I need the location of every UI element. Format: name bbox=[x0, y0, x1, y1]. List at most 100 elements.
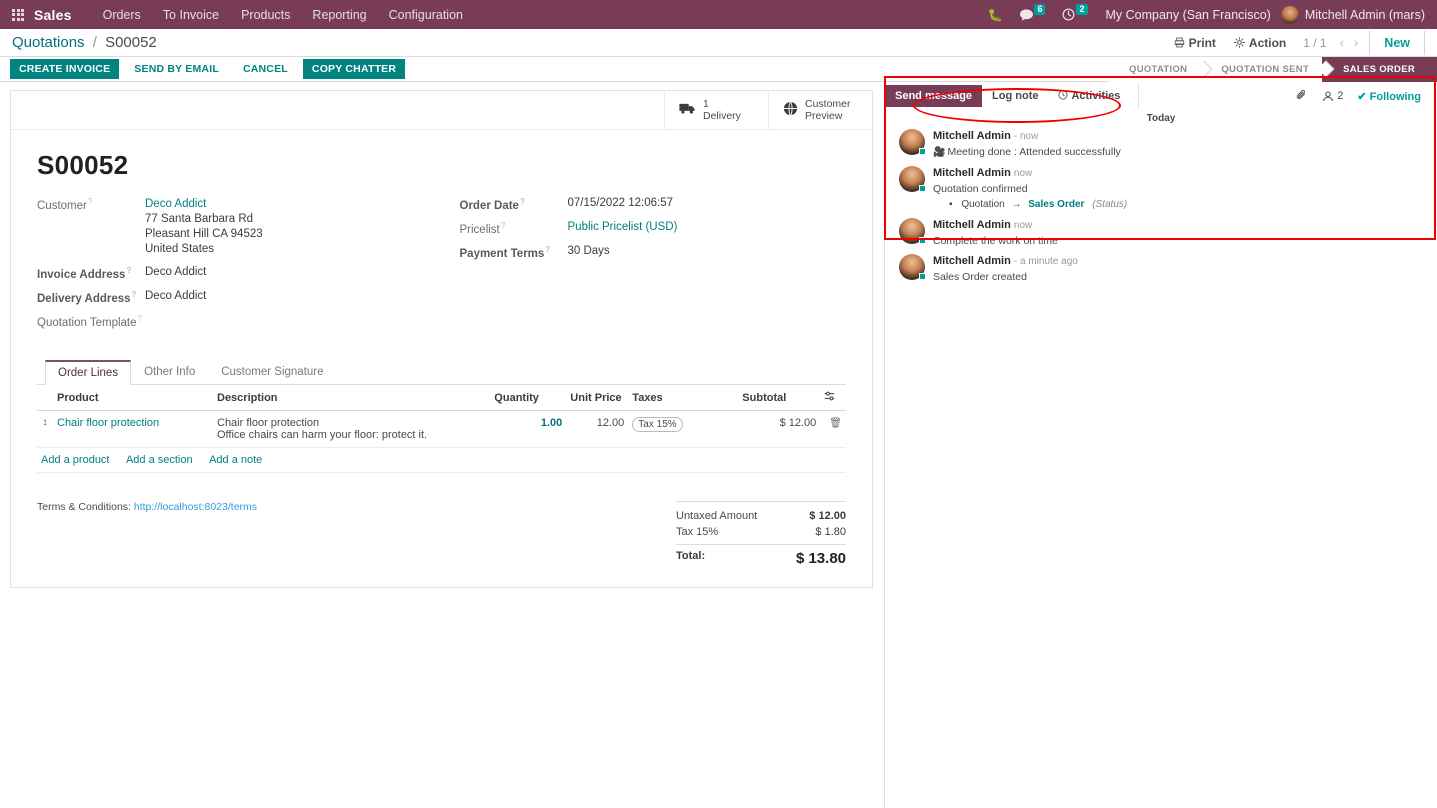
total-label: Total: bbox=[676, 550, 706, 563]
field-customer: Customer? Deco Addict 77 Santa Barbara R… bbox=[37, 197, 442, 257]
tab-customer-signature[interactable]: Customer Signature bbox=[208, 360, 336, 385]
nav-menu-orders[interactable]: Orders bbox=[92, 8, 152, 22]
field-invoice-address-value[interactable]: Deco Addict bbox=[145, 266, 206, 278]
field-customer-label-text: Customer bbox=[37, 199, 87, 212]
following-button[interactable]: ✔ Following bbox=[1357, 90, 1421, 103]
arrow-icon: → bbox=[1011, 199, 1022, 210]
breadcrumb-quotations[interactable]: Quotations bbox=[12, 34, 85, 51]
pager-previous-icon[interactable]: ‹ bbox=[1335, 35, 1349, 50]
message-author[interactable]: Mitchell Admin bbox=[933, 255, 1011, 267]
print-button[interactable]: Print bbox=[1165, 36, 1225, 50]
customer-preview-smart-button[interactable]: Customer Preview bbox=[768, 91, 872, 129]
customer-name[interactable]: Deco Addict bbox=[145, 197, 263, 212]
company-switcher[interactable]: My Company (San Francisco) bbox=[1096, 8, 1281, 22]
terms-link[interactable]: http://localhost:8023/terms bbox=[134, 501, 257, 513]
field-payment-terms-value[interactable]: 30 Days bbox=[568, 245, 610, 257]
field-payment-terms: Payment Terms? 30 Days bbox=[460, 245, 847, 260]
sheet-footer: Terms & Conditions: http://localhost:802… bbox=[11, 473, 872, 587]
required-marker: ? bbox=[131, 289, 137, 299]
field-pricelist-value[interactable]: Public Pricelist (USD) bbox=[568, 221, 678, 233]
copy-chatter-button[interactable]: COPY CHATTER bbox=[302, 59, 406, 79]
order-lines-table: Product Description Quantity Unit Price … bbox=[37, 385, 846, 474]
content-area: 1 Delivery Customer Preview S00052 Custo… bbox=[0, 82, 1437, 808]
navbar-right-group: 🐛 6 2 My Company (San Francisco) Mitchel… bbox=[979, 4, 1429, 24]
message-body: Mitchell Admin now Complete the work on … bbox=[933, 218, 1058, 248]
totals-block: Untaxed Amount $ 12.00 Tax 15% $ 1.80 To… bbox=[676, 501, 846, 569]
activities-button[interactable]: Activities bbox=[1048, 85, 1130, 107]
cell-product[interactable]: Chair floor protection bbox=[53, 410, 213, 449]
message-text: Sales Order created bbox=[933, 271, 1027, 283]
add-a-note-link[interactable]: Add a note bbox=[209, 454, 262, 466]
total-value: $ 13.80 bbox=[795, 550, 846, 568]
user-menu[interactable]: Mitchell Admin (mars) bbox=[1305, 8, 1429, 22]
nav-menu-configuration[interactable]: Configuration bbox=[378, 8, 474, 22]
field-order-date-value[interactable]: 07/15/2022 12:06:57 bbox=[568, 197, 674, 209]
add-row: Add a product Add a section Add a note bbox=[37, 447, 846, 474]
field-quotation-template: Quotation Template? bbox=[37, 314, 442, 329]
breadcrumb-separator: / bbox=[92, 34, 97, 51]
send-message-button[interactable]: Send message bbox=[885, 85, 983, 107]
followers-button[interactable]: 2 bbox=[1322, 90, 1343, 102]
stage-sales-order[interactable]: SALES ORDER bbox=[1322, 56, 1437, 82]
message-body: Mitchell Admin - now 🎥 Meeting done : Att… bbox=[933, 129, 1121, 160]
app-brand-sales[interactable]: Sales bbox=[34, 7, 72, 23]
required-marker: ? bbox=[500, 220, 506, 230]
new-button[interactable]: New bbox=[1369, 30, 1425, 55]
field-delivery-address: Delivery Address? Deco Addict bbox=[37, 290, 442, 305]
check-icon: ✔ bbox=[1357, 90, 1367, 103]
field-pricelist-label: Pricelist? bbox=[460, 221, 568, 236]
list-item: Mitchell Admin now Complete the work on … bbox=[885, 215, 1437, 251]
grid-apps-icon[interactable] bbox=[12, 8, 24, 21]
stage-quotation[interactable]: QUOTATION bbox=[1109, 56, 1202, 82]
field-customer-value[interactable]: Deco Addict 77 Santa Barbara Rd Pleasant… bbox=[145, 197, 263, 257]
pager-value: 1 / 1 bbox=[1303, 35, 1327, 50]
cell-unit-price[interactable]: 12.00 bbox=[566, 410, 629, 449]
tax-label: Tax 15% bbox=[676, 526, 719, 539]
product-link[interactable]: Chair floor protection bbox=[57, 417, 159, 429]
delivery-smart-button[interactable]: 1 Delivery bbox=[664, 91, 768, 129]
add-a-section-link[interactable]: Add a section bbox=[126, 454, 193, 466]
message-author[interactable]: Mitchell Admin bbox=[933, 167, 1011, 179]
messages-icon[interactable]: 6 bbox=[1011, 4, 1053, 21]
customer-preview-line2: Preview bbox=[805, 110, 843, 122]
nav-menu-reporting[interactable]: Reporting bbox=[301, 8, 377, 22]
action-button[interactable]: Action bbox=[1225, 36, 1295, 50]
description-note: Office chairs can harm your floor: prote… bbox=[217, 429, 428, 442]
table-row[interactable]: ↕ Chair floor protection Chair floor pro… bbox=[37, 410, 846, 449]
nav-menu-products[interactable]: Products bbox=[230, 8, 301, 22]
message-time: now bbox=[1013, 220, 1033, 231]
add-a-product-link[interactable]: Add a product bbox=[41, 454, 110, 466]
tab-order-lines[interactable]: Order Lines bbox=[45, 360, 132, 386]
clock-icon[interactable]: 2 bbox=[1053, 4, 1095, 21]
field-order-date-label: Order Date? bbox=[460, 197, 568, 212]
pager-next-icon[interactable]: › bbox=[1349, 35, 1363, 50]
log-note-button[interactable]: Log note bbox=[982, 85, 1048, 107]
nav-menu-to-invoice[interactable]: To Invoice bbox=[152, 8, 230, 22]
field-payment-terms-label-text: Payment Terms bbox=[459, 247, 545, 260]
stage-quotation-sent[interactable]: QUOTATION SENT bbox=[1201, 56, 1324, 82]
trash-icon[interactable]: 🗑 bbox=[829, 418, 842, 429]
message-body: Mitchell Admin now Quotation confirmed ▪… bbox=[933, 166, 1127, 212]
cancel-button[interactable]: CANCEL bbox=[234, 59, 297, 79]
breadcrumb-current: S00052 bbox=[105, 34, 157, 51]
send-by-email-button[interactable]: SEND BY EMAIL bbox=[125, 59, 228, 79]
cell-quantity[interactable]: 1.00 bbox=[490, 410, 567, 449]
field-delivery-address-value[interactable]: Deco Addict bbox=[145, 290, 206, 302]
cell-taxes[interactable]: Tax 15% bbox=[628, 410, 739, 449]
action-label: Action bbox=[1248, 35, 1287, 50]
bug-icon[interactable]: 🐛 bbox=[979, 9, 1012, 21]
delete-line-button[interactable]: 🗑 bbox=[820, 410, 846, 449]
create-invoice-button[interactable]: CREATE INVOICE bbox=[10, 59, 120, 79]
paperclip-icon[interactable] bbox=[1296, 89, 1308, 104]
stage-quotation-label: QUOTATION bbox=[1129, 63, 1188, 75]
clock-icon bbox=[1058, 90, 1069, 100]
tracking-old-value: Quotation bbox=[961, 199, 1005, 210]
message-author[interactable]: Mitchell Admin bbox=[933, 219, 1011, 231]
message-author[interactable]: Mitchell Admin bbox=[933, 130, 1011, 142]
drag-handle-icon[interactable]: ↕ bbox=[37, 410, 53, 449]
fields-left-column: Customer? Deco Addict 77 Santa Barbara R… bbox=[37, 197, 442, 337]
activities-count-badge: 2 bbox=[1076, 4, 1088, 15]
column-options-icon[interactable] bbox=[820, 385, 846, 412]
cell-description[interactable]: Chair floor protection Office chairs can… bbox=[213, 410, 491, 449]
tab-other-info[interactable]: Other Info bbox=[131, 360, 208, 385]
